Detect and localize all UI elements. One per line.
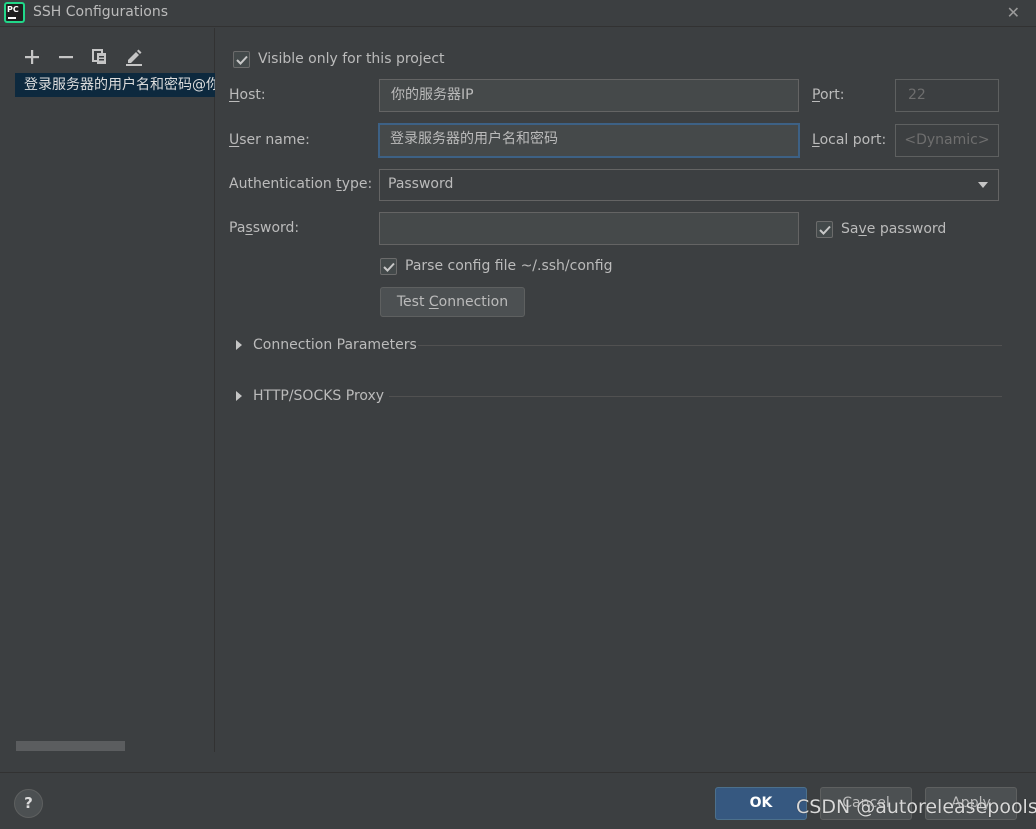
parse-config-checkbox[interactable] (380, 258, 397, 275)
password-label: Password: (229, 220, 300, 236)
close-icon[interactable]: ✕ (1007, 3, 1020, 22)
port-input[interactable]: 22 (895, 79, 999, 112)
edit-pencil-icon[interactable] (123, 46, 145, 68)
expand-arrow-icon[interactable] (236, 391, 242, 401)
chevron-down-icon (978, 182, 988, 188)
local-port-input[interactable]: <Dynamic> (895, 124, 999, 157)
parse-config-label: Parse config file ~/.ssh/config (405, 258, 613, 274)
expand-arrow-icon[interactable] (236, 340, 242, 350)
host-label: Host: (229, 87, 266, 103)
password-input[interactable] (379, 212, 799, 245)
help-button[interactable]: ? (14, 789, 43, 818)
configurations-list-panel: 登录服务器的用户名和密码@你的服务器IP (0, 28, 215, 752)
connection-parameters-label[interactable]: Connection Parameters (253, 337, 417, 353)
pycharm-logo-icon: PC (4, 2, 25, 23)
auth-type-label: Authentication type: (229, 176, 373, 192)
check-icon (818, 225, 831, 235)
copy-icon[interactable] (89, 46, 111, 68)
ok-button[interactable]: OK (715, 787, 807, 820)
auth-type-value: Password (388, 176, 454, 192)
add-icon[interactable] (21, 46, 43, 68)
list-item-label: 登录服务器的用户名和密码@你的服务器IP (24, 77, 215, 93)
save-password-checkbox[interactable] (816, 221, 833, 238)
watermark: CSDN @autoreleasepools (796, 796, 1036, 818)
list-item-ssh-config[interactable]: 登录服务器的用户名和密码@你的服务器IP (15, 73, 215, 97)
window-title: SSH Configurations (33, 4, 168, 20)
title-bar: PC SSH Configurations ✕ (0, 0, 1036, 27)
section-divider (389, 396, 1002, 397)
section-divider (418, 345, 1002, 346)
check-icon (382, 262, 395, 272)
visible-only-label: Visible only for this project (258, 51, 445, 67)
logo-bar (8, 17, 16, 19)
local-port-label: Local port: (812, 132, 887, 148)
port-label: Port: (812, 87, 845, 103)
remove-icon[interactable] (55, 46, 77, 68)
horizontal-scrollbar[interactable] (16, 741, 125, 751)
user-name-label: User name: (229, 132, 310, 148)
visible-only-checkbox[interactable] (233, 51, 250, 68)
logo-text: PC (7, 5, 19, 14)
host-input[interactable]: 你的服务器IP (379, 79, 799, 112)
auth-type-select[interactable]: Password (379, 169, 999, 201)
http-socks-proxy-label[interactable]: HTTP/SOCKS Proxy (253, 388, 384, 404)
test-connection-button[interactable]: Test Connection (380, 287, 525, 317)
save-password-label: Save password (841, 221, 947, 237)
check-icon (235, 55, 248, 65)
user-name-input[interactable]: 登录服务器的用户名和密码 (378, 123, 800, 158)
